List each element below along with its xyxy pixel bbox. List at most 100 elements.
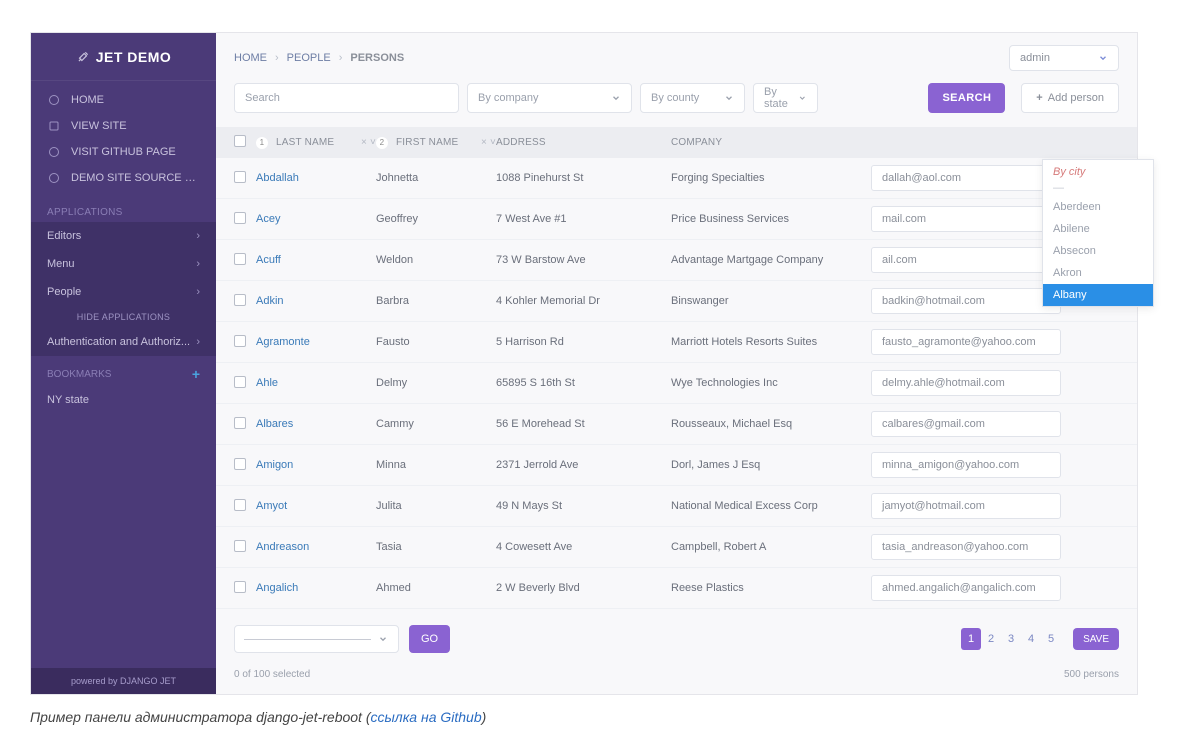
- hide-apps-toggle[interactable]: HIDE APPLICATIONS: [31, 306, 216, 328]
- row-checkbox[interactable]: [234, 499, 256, 514]
- email-input[interactable]: delmy.ahle@hotmail.com: [871, 370, 1061, 396]
- cell-last-name[interactable]: Amigon: [256, 459, 376, 471]
- github-link[interactable]: ссылка на Github: [371, 709, 482, 725]
- cell-address: 5 Harrison Rd: [496, 336, 671, 348]
- cell-first-name: Weldon: [376, 254, 496, 266]
- cell-company: Rousseaux, Michael Esq: [671, 418, 871, 430]
- sort-badge: 2: [376, 137, 388, 149]
- select-all-checkbox[interactable]: [234, 135, 256, 150]
- col-last-name[interactable]: 1 LAST NAME × ˅: [256, 137, 376, 149]
- email-input[interactable]: ail.com: [871, 247, 1061, 273]
- cell-last-name[interactable]: Andreason: [256, 541, 376, 553]
- cell-address: 56 E Morehead St: [496, 418, 671, 430]
- save-button[interactable]: SAVE: [1073, 628, 1119, 650]
- brand-logo[interactable]: JET DEMO: [31, 33, 216, 81]
- user-menu[interactable]: admin: [1009, 45, 1119, 71]
- dropdown-item[interactable]: Abilene: [1043, 218, 1153, 240]
- table-body: Abdallah Johnetta 1088 Pinehurst St Forg…: [216, 158, 1137, 609]
- page-3[interactable]: 3: [1001, 628, 1021, 650]
- city-dropdown[interactable]: By city — AberdeenAbileneAbseconAkronAlb…: [1042, 159, 1154, 307]
- bulk-action-select[interactable]: [234, 625, 399, 653]
- dropdown-item[interactable]: Absecon: [1043, 240, 1153, 262]
- add-person-button[interactable]: + Add person: [1021, 83, 1119, 113]
- col-company[interactable]: COMPANY: [671, 137, 871, 148]
- sidebar-item-auth[interactable]: Authentication and Authoriz... ›: [31, 328, 216, 356]
- page-1[interactable]: 1: [961, 628, 981, 650]
- row-checkbox[interactable]: [234, 581, 256, 596]
- col-first-name[interactable]: 2 FIRST NAME × ˅: [376, 137, 496, 149]
- cell-first-name: Ahmed: [376, 582, 496, 594]
- row-checkbox[interactable]: [234, 335, 256, 350]
- bookmark-item[interactable]: NY state: [31, 388, 216, 412]
- row-checkbox[interactable]: [234, 212, 256, 227]
- cell-address: 4 Kohler Memorial Dr: [496, 295, 671, 307]
- cell-company: Advantage Martgage Company: [671, 254, 871, 266]
- col-address[interactable]: ADDRESS: [496, 137, 671, 148]
- email-input[interactable]: dallah@aol.com: [871, 165, 1061, 191]
- sidebar-item-home[interactable]: HOME: [31, 87, 216, 113]
- home-icon: [47, 93, 61, 107]
- search-input[interactable]: Search: [234, 83, 459, 113]
- cell-company: Forging Specialties: [671, 172, 871, 184]
- search-button[interactable]: SEARCH: [928, 83, 1005, 113]
- email-input[interactable]: tasia_andreason@yahoo.com: [871, 534, 1061, 560]
- cell-last-name[interactable]: Acey: [256, 213, 376, 225]
- dropdown-item[interactable]: Albany: [1043, 284, 1153, 306]
- cell-last-name[interactable]: Amyot: [256, 500, 376, 512]
- email-input[interactable]: jamyot@hotmail.com: [871, 493, 1061, 519]
- cell-last-name[interactable]: Angalich: [256, 582, 376, 594]
- filter-county[interactable]: By county: [640, 83, 745, 113]
- cell-last-name[interactable]: Albares: [256, 418, 376, 430]
- row-checkbox[interactable]: [234, 540, 256, 555]
- crumb-home[interactable]: HOME: [234, 52, 267, 64]
- table-row: Amigon Minna 2371 Jerrold Ave Dorl, Jame…: [216, 445, 1137, 486]
- dropdown-item[interactable]: Aberdeen: [1043, 196, 1153, 218]
- add-bookmark-icon[interactable]: +: [192, 366, 200, 382]
- cell-company: National Medical Excess Corp: [671, 500, 871, 512]
- sidebar-item-people[interactable]: People ›: [31, 278, 216, 306]
- table-row: Adkin Barbra 4 Kohler Memorial Dr Binswa…: [216, 281, 1137, 322]
- row-checkbox[interactable]: [234, 171, 256, 186]
- dropdown-separator: —: [1043, 180, 1153, 196]
- sort-icon: × ˅: [481, 137, 496, 148]
- row-checkbox[interactable]: [234, 294, 256, 309]
- email-input[interactable]: badkin@hotmail.com: [871, 288, 1061, 314]
- crumb-people[interactable]: PEOPLE: [287, 52, 331, 64]
- table-row: Acey Geoffrey 7 West Ave #1 Price Busine…: [216, 199, 1137, 240]
- email-input[interactable]: calbares@gmail.com: [871, 411, 1061, 437]
- cell-email: tasia_andreason@yahoo.com: [871, 534, 1119, 560]
- filter-state[interactable]: By state: [753, 83, 818, 113]
- sidebar-item-editors[interactable]: Editors ›: [31, 222, 216, 250]
- chevron-right-icon: ›: [196, 286, 200, 298]
- code-icon: [47, 171, 61, 185]
- dropdown-item[interactable]: Akron: [1043, 262, 1153, 284]
- email-input[interactable]: minna_amigon@yahoo.com: [871, 452, 1061, 478]
- filter-company[interactable]: By company: [467, 83, 632, 113]
- page-4[interactable]: 4: [1021, 628, 1041, 650]
- cell-company: Wye Technologies Inc: [671, 377, 871, 389]
- cell-last-name[interactable]: Adkin: [256, 295, 376, 307]
- cell-company: Dorl, James J Esq: [671, 459, 871, 471]
- row-checkbox[interactable]: [234, 376, 256, 391]
- page-2[interactable]: 2: [981, 628, 1001, 650]
- row-checkbox[interactable]: [234, 458, 256, 473]
- email-input[interactable]: mail.com: [871, 206, 1061, 232]
- sidebar-item-view-site[interactable]: VIEW SITE: [31, 113, 216, 139]
- table-row: Albares Cammy 56 E Morehead St Rousseaux…: [216, 404, 1137, 445]
- email-input[interactable]: ahmed.angalich@angalich.com: [871, 575, 1061, 601]
- email-input[interactable]: fausto_agramonte@yahoo.com: [871, 329, 1061, 355]
- cell-last-name[interactable]: Abdallah: [256, 172, 376, 184]
- cell-last-name[interactable]: Ahle: [256, 377, 376, 389]
- page-5[interactable]: 5: [1041, 628, 1061, 650]
- sidebar-item-source[interactable]: DEMO SITE SOURCE CODE: [31, 165, 216, 191]
- sidebar-item-github[interactable]: VISIT GITHUB PAGE: [31, 139, 216, 165]
- sidebar-footer: powered by DJANGO JET: [31, 668, 216, 694]
- go-button[interactable]: GO: [409, 625, 450, 653]
- row-checkbox[interactable]: [234, 253, 256, 268]
- sidebar-item-menu[interactable]: Menu ›: [31, 250, 216, 278]
- row-checkbox[interactable]: [234, 417, 256, 432]
- cell-first-name: Julita: [376, 500, 496, 512]
- status-line: 0 of 100 selected 500 persons: [216, 669, 1137, 694]
- cell-last-name[interactable]: Agramonte: [256, 336, 376, 348]
- cell-last-name[interactable]: Acuff: [256, 254, 376, 266]
